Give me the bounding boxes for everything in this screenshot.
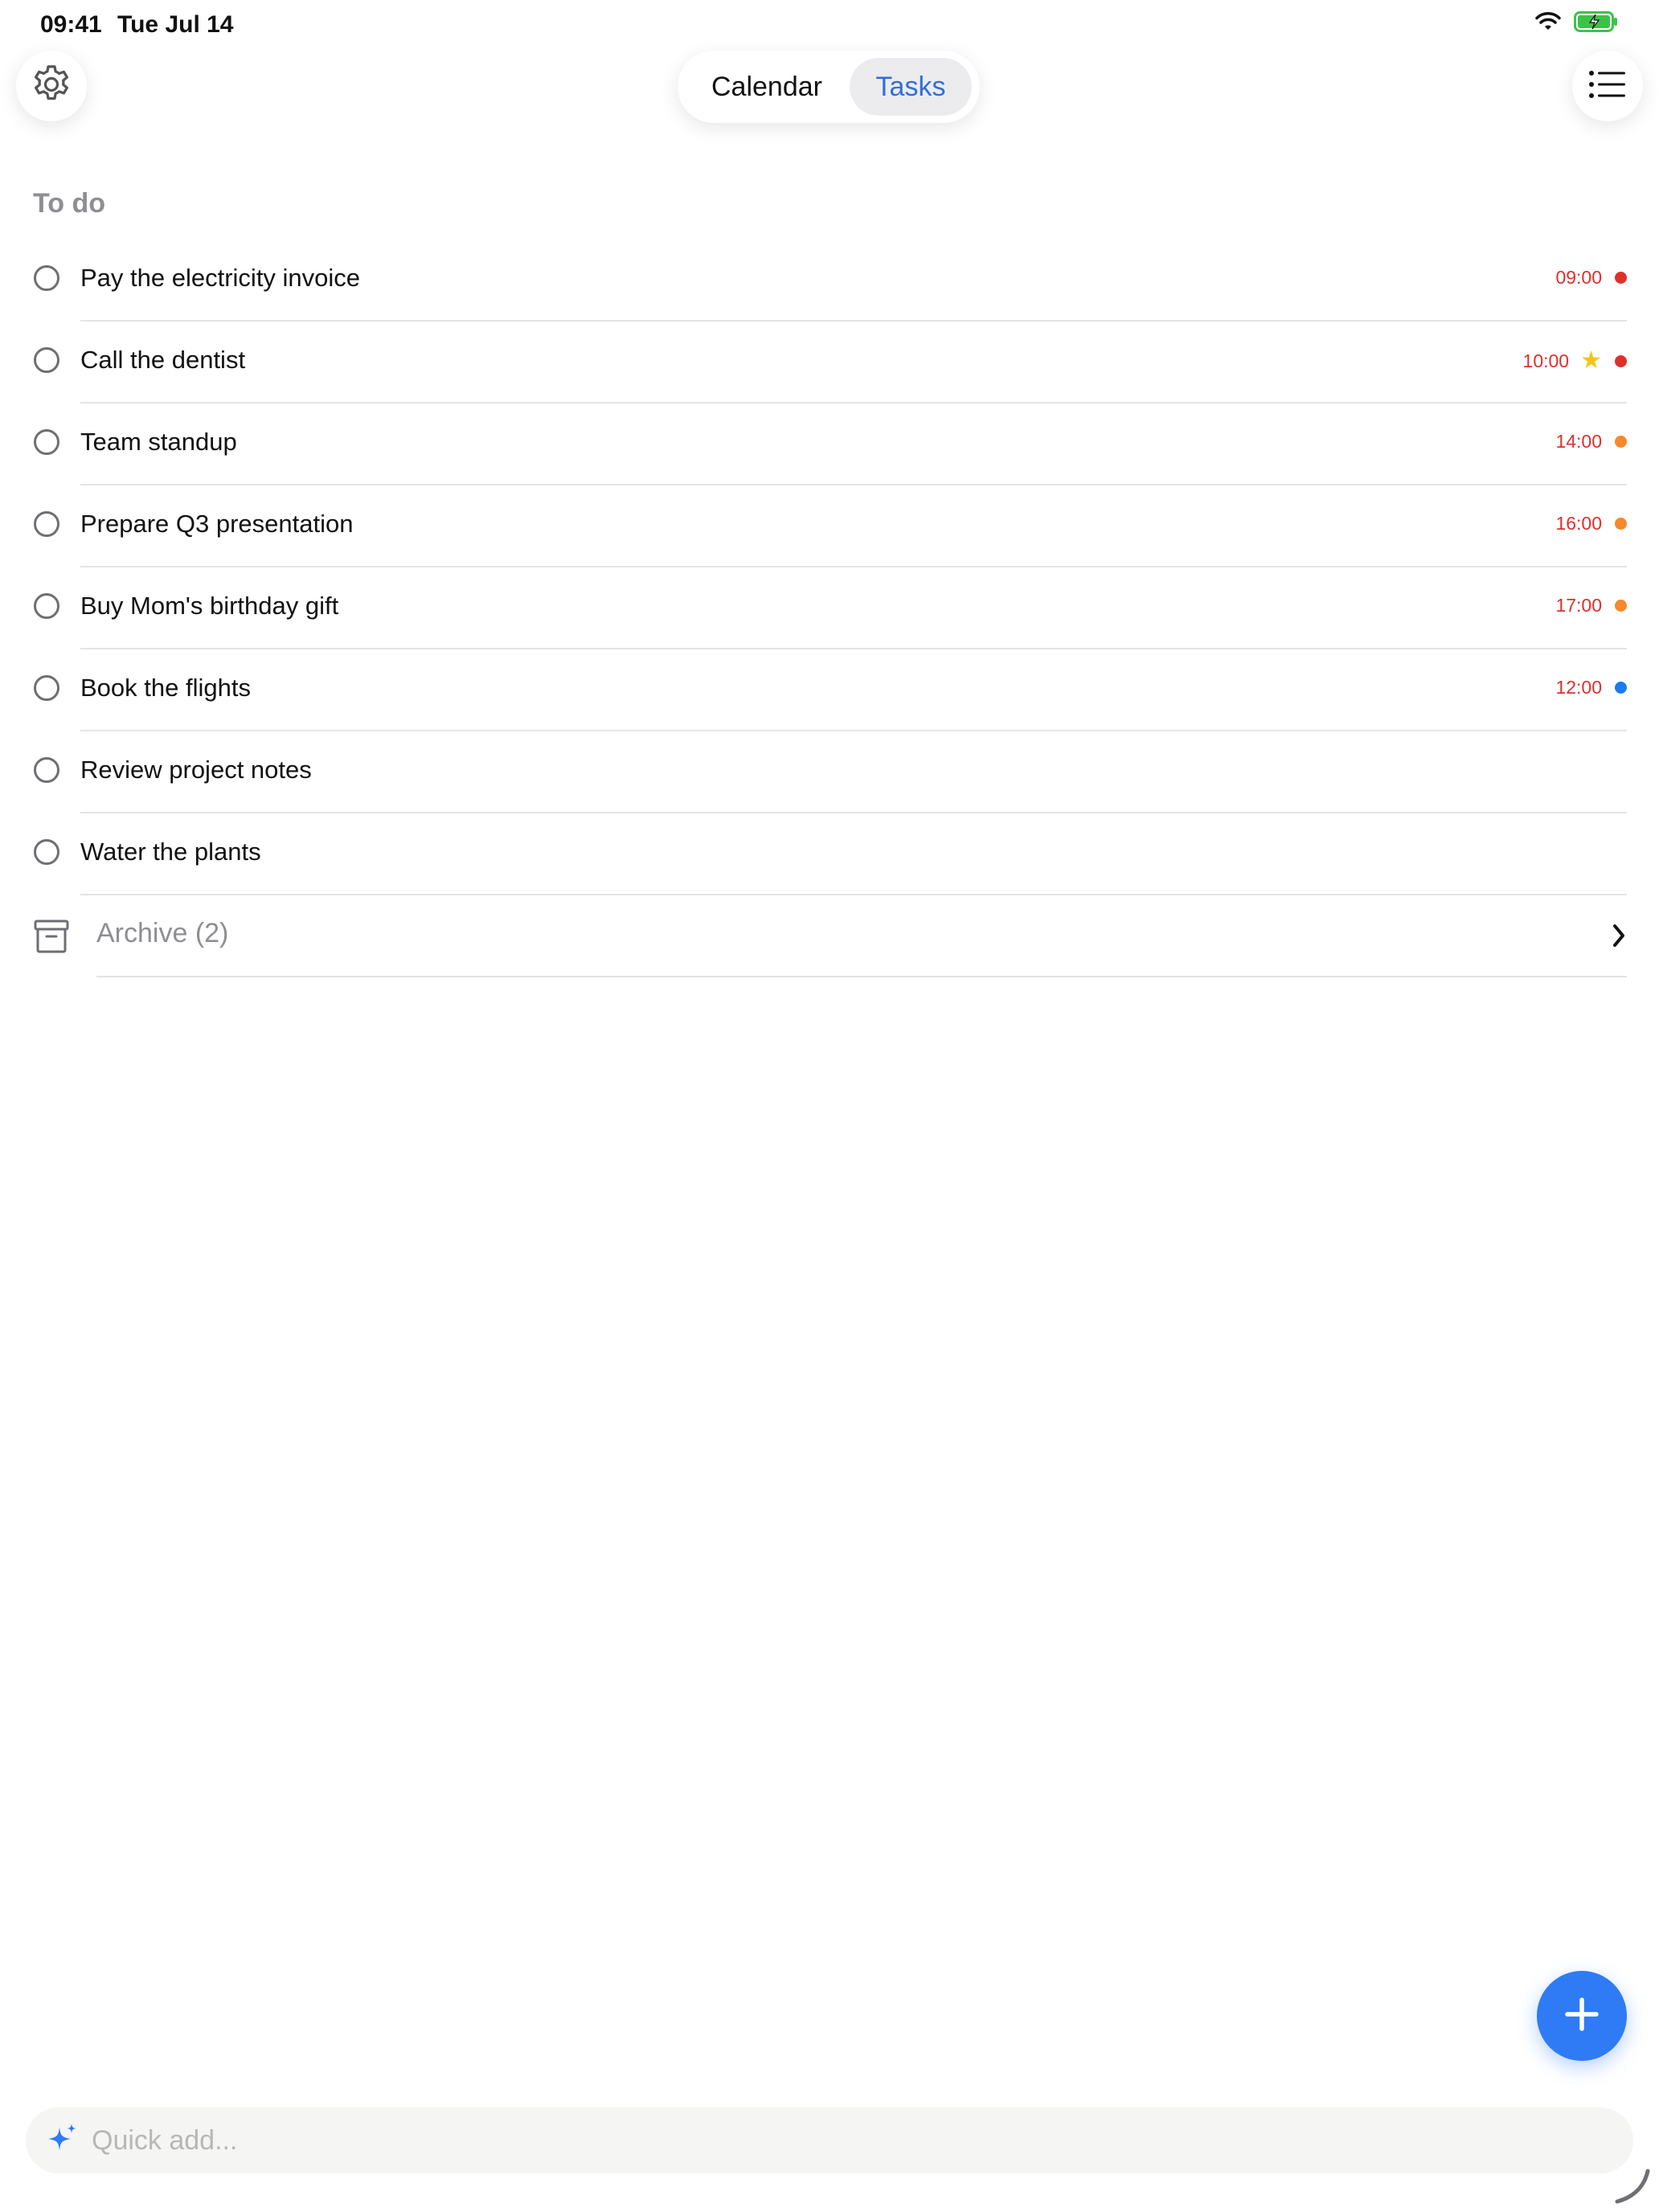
task-time: 12:00 xyxy=(1555,677,1602,698)
archive-box-icon xyxy=(34,920,69,957)
tab-calendar[interactable]: Calendar xyxy=(684,58,850,116)
add-task-button[interactable] xyxy=(1537,1971,1627,2061)
task-title: Prepare Q3 presentation xyxy=(80,510,354,538)
task-meta: 12:00 xyxy=(1555,677,1627,698)
wifi-icon xyxy=(1535,12,1561,35)
quick-add-bar xyxy=(26,2108,1633,2173)
task-meta: 16:00 xyxy=(1555,513,1627,535)
task-row[interactable]: Review project notes xyxy=(0,731,1659,813)
task-checkbox[interactable] xyxy=(34,839,59,865)
task-checkbox[interactable] xyxy=(34,593,59,619)
priority-dot xyxy=(1615,436,1627,448)
task-title: Book the flights xyxy=(80,674,251,702)
status-time: 09:41 xyxy=(40,11,102,38)
task-meta: 14:00 xyxy=(1555,431,1627,453)
row-divider xyxy=(96,976,1627,977)
settings-button[interactable] xyxy=(16,51,87,121)
status-bar: 09:41 Tue Jul 14 xyxy=(0,0,1659,51)
priority-dot xyxy=(1615,600,1627,612)
status-icons xyxy=(1535,11,1619,36)
sparkle-icon xyxy=(47,2122,79,2160)
priority-dot xyxy=(1615,682,1627,694)
plus-icon xyxy=(1564,1997,1600,2036)
corner-indicator xyxy=(1612,2166,1653,2210)
task-checkbox[interactable] xyxy=(34,347,59,373)
battery-charging-icon xyxy=(1574,11,1619,36)
archive-label: Archive (2) xyxy=(96,918,229,948)
task-row[interactable]: Buy Mom's birthday gift 17:00 xyxy=(0,567,1659,649)
task-meta: 10:00 ★ xyxy=(1523,349,1627,373)
task-checkbox[interactable] xyxy=(34,675,59,701)
task-row[interactable]: Water the plants xyxy=(0,813,1659,895)
task-row[interactable]: Team standup 14:00 xyxy=(0,403,1659,485)
task-checkbox[interactable] xyxy=(34,511,59,537)
task-title: Review project notes xyxy=(80,756,312,784)
task-checkbox[interactable] xyxy=(34,429,59,455)
priority-dot xyxy=(1615,518,1627,530)
task-time: 10:00 xyxy=(1522,350,1570,371)
task-title: Buy Mom's birthday gift xyxy=(80,592,339,620)
section-title: To do xyxy=(33,188,105,219)
task-time: 17:00 xyxy=(1555,595,1602,616)
task-time: 14:00 xyxy=(1555,431,1602,452)
task-meta: 17:00 xyxy=(1555,595,1627,616)
task-list: Pay the electricity invoice 09:00 Call t… xyxy=(0,240,1659,977)
task-row[interactable]: Call the dentist 10:00 ★ xyxy=(0,322,1659,403)
chevron-right-icon xyxy=(1611,923,1627,952)
priority-dot xyxy=(1615,354,1627,367)
task-row[interactable]: Prepare Q3 presentation 16:00 xyxy=(0,485,1659,567)
tab-tasks[interactable]: Tasks xyxy=(850,58,972,116)
view-switcher: Calendar Tasks xyxy=(678,51,980,123)
task-row[interactable]: Book the flights 12:00 xyxy=(0,649,1659,731)
status-date: Tue Jul 14 xyxy=(117,11,234,38)
task-time: 09:00 xyxy=(1555,267,1602,288)
star-icon: ★ xyxy=(1580,347,1602,374)
archive-row[interactable]: Archive (2) xyxy=(0,895,1659,977)
task-title: Pay the electricity invoice xyxy=(80,264,361,292)
gear-icon xyxy=(29,62,74,111)
task-checkbox[interactable] xyxy=(34,265,59,291)
list-menu-button[interactable] xyxy=(1572,51,1643,121)
task-title: Call the dentist xyxy=(80,346,246,374)
task-time: 16:00 xyxy=(1555,513,1602,534)
list-icon xyxy=(1588,70,1627,103)
task-title: Water the plants xyxy=(80,838,261,866)
task-title: Team standup xyxy=(80,428,237,456)
task-row[interactable]: Pay the electricity invoice 09:00 xyxy=(0,240,1659,322)
priority-dot xyxy=(1615,272,1627,284)
task-checkbox[interactable] xyxy=(34,757,59,783)
quick-add-input[interactable] xyxy=(90,2124,1540,2157)
task-meta: 09:00 xyxy=(1555,267,1627,289)
